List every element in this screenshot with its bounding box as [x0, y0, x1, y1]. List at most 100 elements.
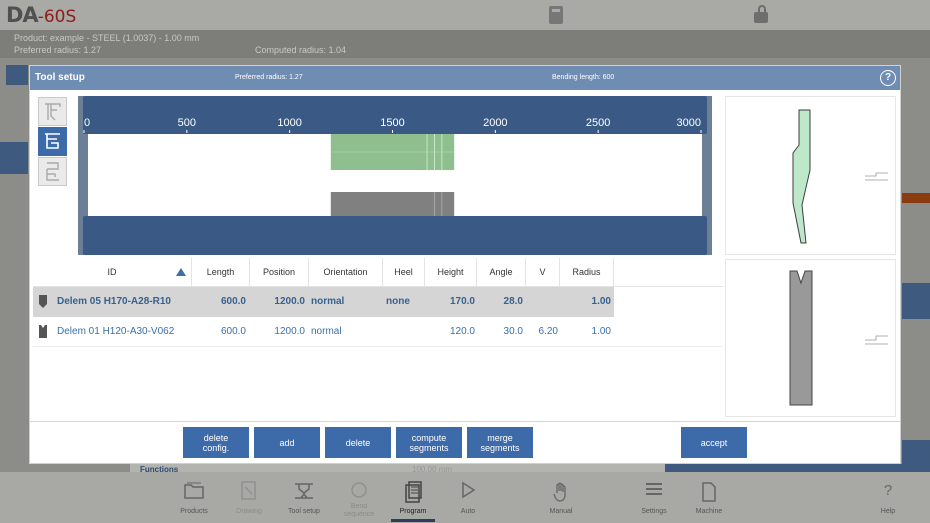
cell-length: 600.0: [220, 326, 246, 337]
background-panel: [902, 283, 930, 319]
lower-tool-icon: [46, 162, 59, 181]
upper-tool-icon: [45, 103, 61, 121]
cell-position: 1200.0: [274, 326, 305, 337]
nav-tool-setup[interactable]: Tool setup: [276, 472, 332, 523]
cell-v: [526, 287, 558, 317]
compute-segments-button[interactable]: compute segments: [396, 427, 462, 458]
background-selected-item: [0, 142, 28, 174]
row-divider: [33, 346, 723, 347]
add-button[interactable]: add: [254, 427, 320, 458]
punch-profile-preview: [725, 96, 896, 255]
column-header-angle[interactable]: Angle: [477, 258, 526, 286]
cell-heel: none: [386, 296, 410, 307]
program-icon: [385, 481, 441, 508]
column-header-heel[interactable]: Heel: [383, 258, 425, 286]
nav-bend-sequence-label: Bend sequence: [343, 503, 375, 518]
background-tab: [6, 65, 28, 85]
nav-help-label: Help: [880, 508, 896, 515]
cell-radius: 1.00: [591, 326, 611, 337]
nav-auto-label: Auto: [460, 508, 476, 515]
cell-angle: 28.0: [503, 296, 523, 307]
dialog-title: Tool setup: [35, 72, 85, 83]
column-header-position[interactable]: Position: [250, 258, 309, 286]
ruler-tick-label: 0: [84, 117, 90, 129]
folder-icon: [166, 481, 222, 504]
nav-tool-setup-label: Tool setup: [288, 508, 320, 515]
cell-orientation: normal: [311, 326, 342, 337]
column-header-id[interactable]: ID: [33, 258, 192, 286]
dialog-title-bar: [30, 66, 900, 90]
table-row[interactable]: Delem 01 H120-A30-V062 600.0 1200.0 norm…: [33, 317, 723, 347]
tool-setup-dialog: Tool setup Preferred radius: 1.27 Bendin…: [29, 65, 901, 464]
delete-config-button[interactable]: delete config.: [183, 427, 249, 458]
calculator-icon[interactable]: [549, 6, 563, 24]
nav-bend-sequence[interactable]: Bend sequence: [331, 472, 387, 523]
cell-id: Delem 05 H170-A28-R10: [57, 296, 171, 307]
nav-help[interactable]: ? Help: [860, 472, 916, 523]
preferred-radius-info: Preferred radius: 1.27: [14, 45, 102, 55]
nav-drawing-label: Drawing: [236, 508, 262, 515]
machine-icon: [681, 481, 737, 508]
nav-drawing[interactable]: Drawing: [221, 472, 277, 523]
die-profile-preview: [725, 259, 896, 417]
lower-beam: [83, 216, 707, 255]
column-header-length[interactable]: Length: [192, 258, 250, 286]
cell-position: 1200.0: [274, 296, 305, 307]
sort-ascending-icon: [176, 268, 186, 276]
nav-machine[interactable]: Machine: [681, 472, 737, 523]
nav-machine-label: Machine: [695, 508, 723, 515]
ruler-tick-label: 2000: [483, 117, 507, 129]
help-icon[interactable]: ?: [880, 70, 896, 86]
nav-settings-label: Settings: [641, 508, 667, 515]
dialog-bending-length: Bending length: 600: [552, 74, 615, 81]
cell-orientation: normal: [311, 296, 345, 307]
column-header-v[interactable]: V: [526, 258, 560, 286]
nav-program[interactable]: Program: [385, 472, 441, 523]
delete-button[interactable]: delete: [325, 427, 391, 458]
column-header-orientation[interactable]: Orientation: [309, 258, 383, 286]
die-tool-icon: [39, 325, 47, 338]
punch-tool-icon: [39, 295, 47, 308]
punch-profile-drawing: [792, 109, 888, 244]
play-icon: [440, 481, 496, 504]
table-row[interactable]: Delem 05 H170-A28-R10 600.0 1200.0 norma…: [33, 287, 723, 317]
top-bar: [0, 0, 930, 30]
product-info: Product: example - STEEL (1.0037) - 1.00…: [14, 33, 200, 43]
nav-manual[interactable]: Manual: [533, 472, 589, 523]
cell-length: 600.0: [220, 296, 246, 307]
upper-tools-toggle[interactable]: [38, 97, 67, 126]
cell-height: 120.0: [449, 326, 475, 337]
lower-tools-toggle[interactable]: [38, 157, 67, 186]
tool-layout-canvas: 0 500 1000 1500 2000 2500 3000: [78, 96, 712, 255]
nav-program-label: Program: [399, 508, 427, 515]
column-header-radius[interactable]: Radius: [560, 258, 614, 286]
tools-icon: [45, 133, 60, 149]
die-profile-drawing: [789, 270, 888, 406]
merge-segments-button[interactable]: merge segments: [467, 427, 533, 458]
lock-icon[interactable]: [754, 5, 768, 23]
nav-products[interactable]: Products: [166, 472, 222, 523]
tool-setup-icon: [276, 481, 332, 506]
column-header-height[interactable]: Height: [425, 258, 477, 286]
cell-height: 170.0: [449, 296, 475, 307]
question-icon: ?: [883, 482, 893, 499]
nav-auto[interactable]: Auto: [440, 472, 496, 523]
background-accent: [902, 193, 930, 203]
tool-layout-viewer[interactable]: 0 500 1000 1500 2000 2500 3000: [78, 96, 712, 255]
menu-icon: [626, 481, 682, 501]
ruler-tick-label: 3000: [677, 117, 701, 129]
bottom-nav: Products Drawing Tool setup Bend sequenc…: [0, 472, 930, 523]
cell-radius: 1.00: [591, 296, 611, 307]
cell-v: 6.20: [538, 326, 558, 337]
all-tools-toggle[interactable]: [38, 127, 67, 156]
nav-settings[interactable]: Settings: [626, 472, 682, 523]
die-segment: [330, 192, 455, 216]
drawing-icon: [221, 481, 277, 506]
cell-angle: 30.0: [503, 326, 523, 337]
dialog-preferred-radius: Preferred radius: 1.27: [235, 74, 303, 81]
hand-icon: [533, 481, 589, 508]
ruler-tick-label: 1000: [277, 117, 301, 129]
accept-button[interactable]: accept: [681, 427, 747, 458]
ruler-tick-label: 2500: [586, 117, 610, 129]
cell-id: Delem 01 H120-A30-V062: [57, 326, 175, 337]
